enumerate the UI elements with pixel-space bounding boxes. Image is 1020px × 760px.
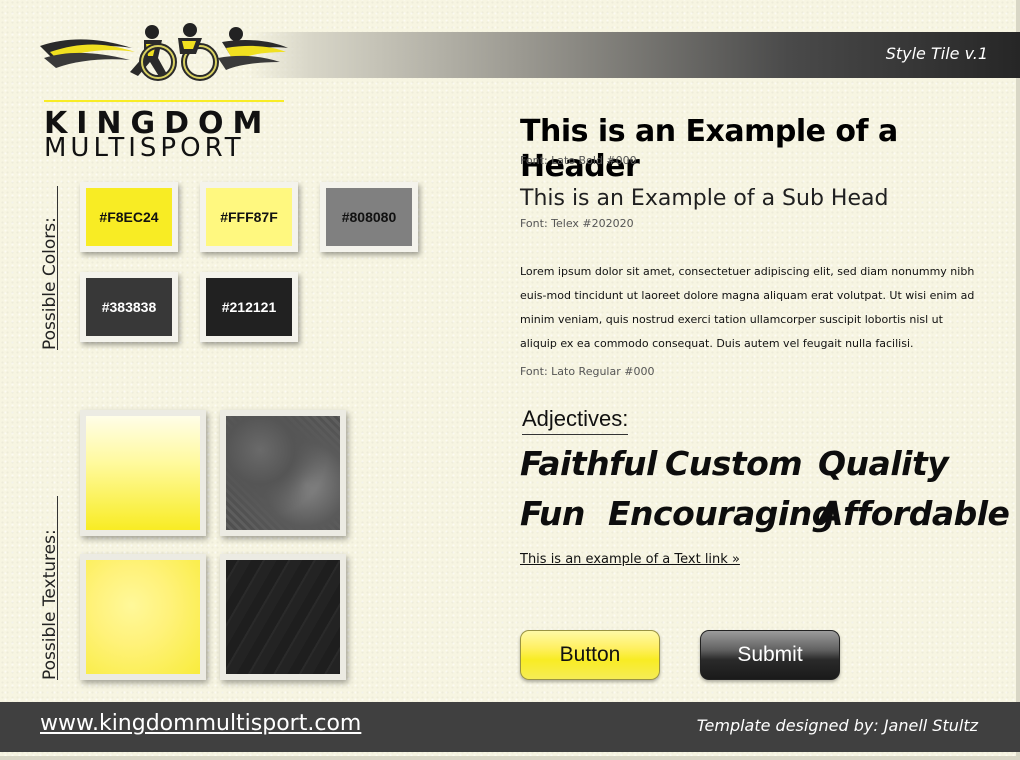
style-tile-label: Style Tile v.1 xyxy=(885,44,988,63)
texture-yellow-gradient xyxy=(80,410,206,536)
subhead-font-note: Font: Telex #202020 xyxy=(520,217,634,230)
example-header: This is an Example of a Header xyxy=(520,114,898,184)
adjective-word: Fun xyxy=(520,494,585,533)
example-subhead: This is an Example of a Sub Head xyxy=(520,186,889,211)
color-swatch-hex: #808080 xyxy=(341,209,397,225)
example-body-text: Lorem ipsum dolor sit amet, consectetuer… xyxy=(520,265,975,350)
adjective-word: Custom xyxy=(665,444,803,483)
color-swatch: #F8EC24 xyxy=(80,182,178,252)
adjective-word: Encouraging xyxy=(608,494,835,533)
color-swatch: #383838 xyxy=(80,272,178,342)
logo-accent-rule xyxy=(44,100,284,102)
cyclist-icon xyxy=(40,23,288,81)
color-swatch-hex: #383838 xyxy=(101,299,157,315)
header-font-note: Font: Lato Bold #000 xyxy=(520,154,637,167)
adjective-word: Faithful xyxy=(520,444,657,483)
colors-label: Possible Colors: xyxy=(40,217,60,350)
brand-logo: KINGDOM MULTISPORT xyxy=(40,18,290,163)
color-swatch: #808080 xyxy=(320,182,418,252)
adjective-word: Affordable xyxy=(818,494,1010,533)
texture-gray-grunge xyxy=(220,410,346,536)
color-swatch: #212121 xyxy=(200,272,298,342)
example-button[interactable]: Button xyxy=(520,630,660,680)
color-swatch-hex: #212121 xyxy=(221,299,277,315)
example-text-link[interactable]: This is an example of a Text link » xyxy=(520,552,740,567)
adjective-word: Quality xyxy=(818,444,949,483)
texture-dark-abstract xyxy=(220,554,346,680)
texture-yellow-watercolor xyxy=(80,554,206,680)
logo-wordmark-line2: MULTISPORT xyxy=(44,133,245,163)
adjectives-title: Adjectives: xyxy=(522,406,629,435)
footer-credit: Template designed by: Janell Stultz xyxy=(696,716,978,735)
color-swatch-hex: #FFF87F xyxy=(220,209,278,225)
submit-button[interactable]: Submit xyxy=(700,630,840,680)
textures-label: Possible Textures: xyxy=(40,529,60,680)
footer-website-link[interactable]: www.kingdommultisport.com xyxy=(40,711,361,736)
color-swatch: #FFF87F xyxy=(200,182,298,252)
color-swatch-hex: #F8EC24 xyxy=(99,209,159,225)
body-font-note: Font: Lato Regular #000 xyxy=(520,365,655,378)
